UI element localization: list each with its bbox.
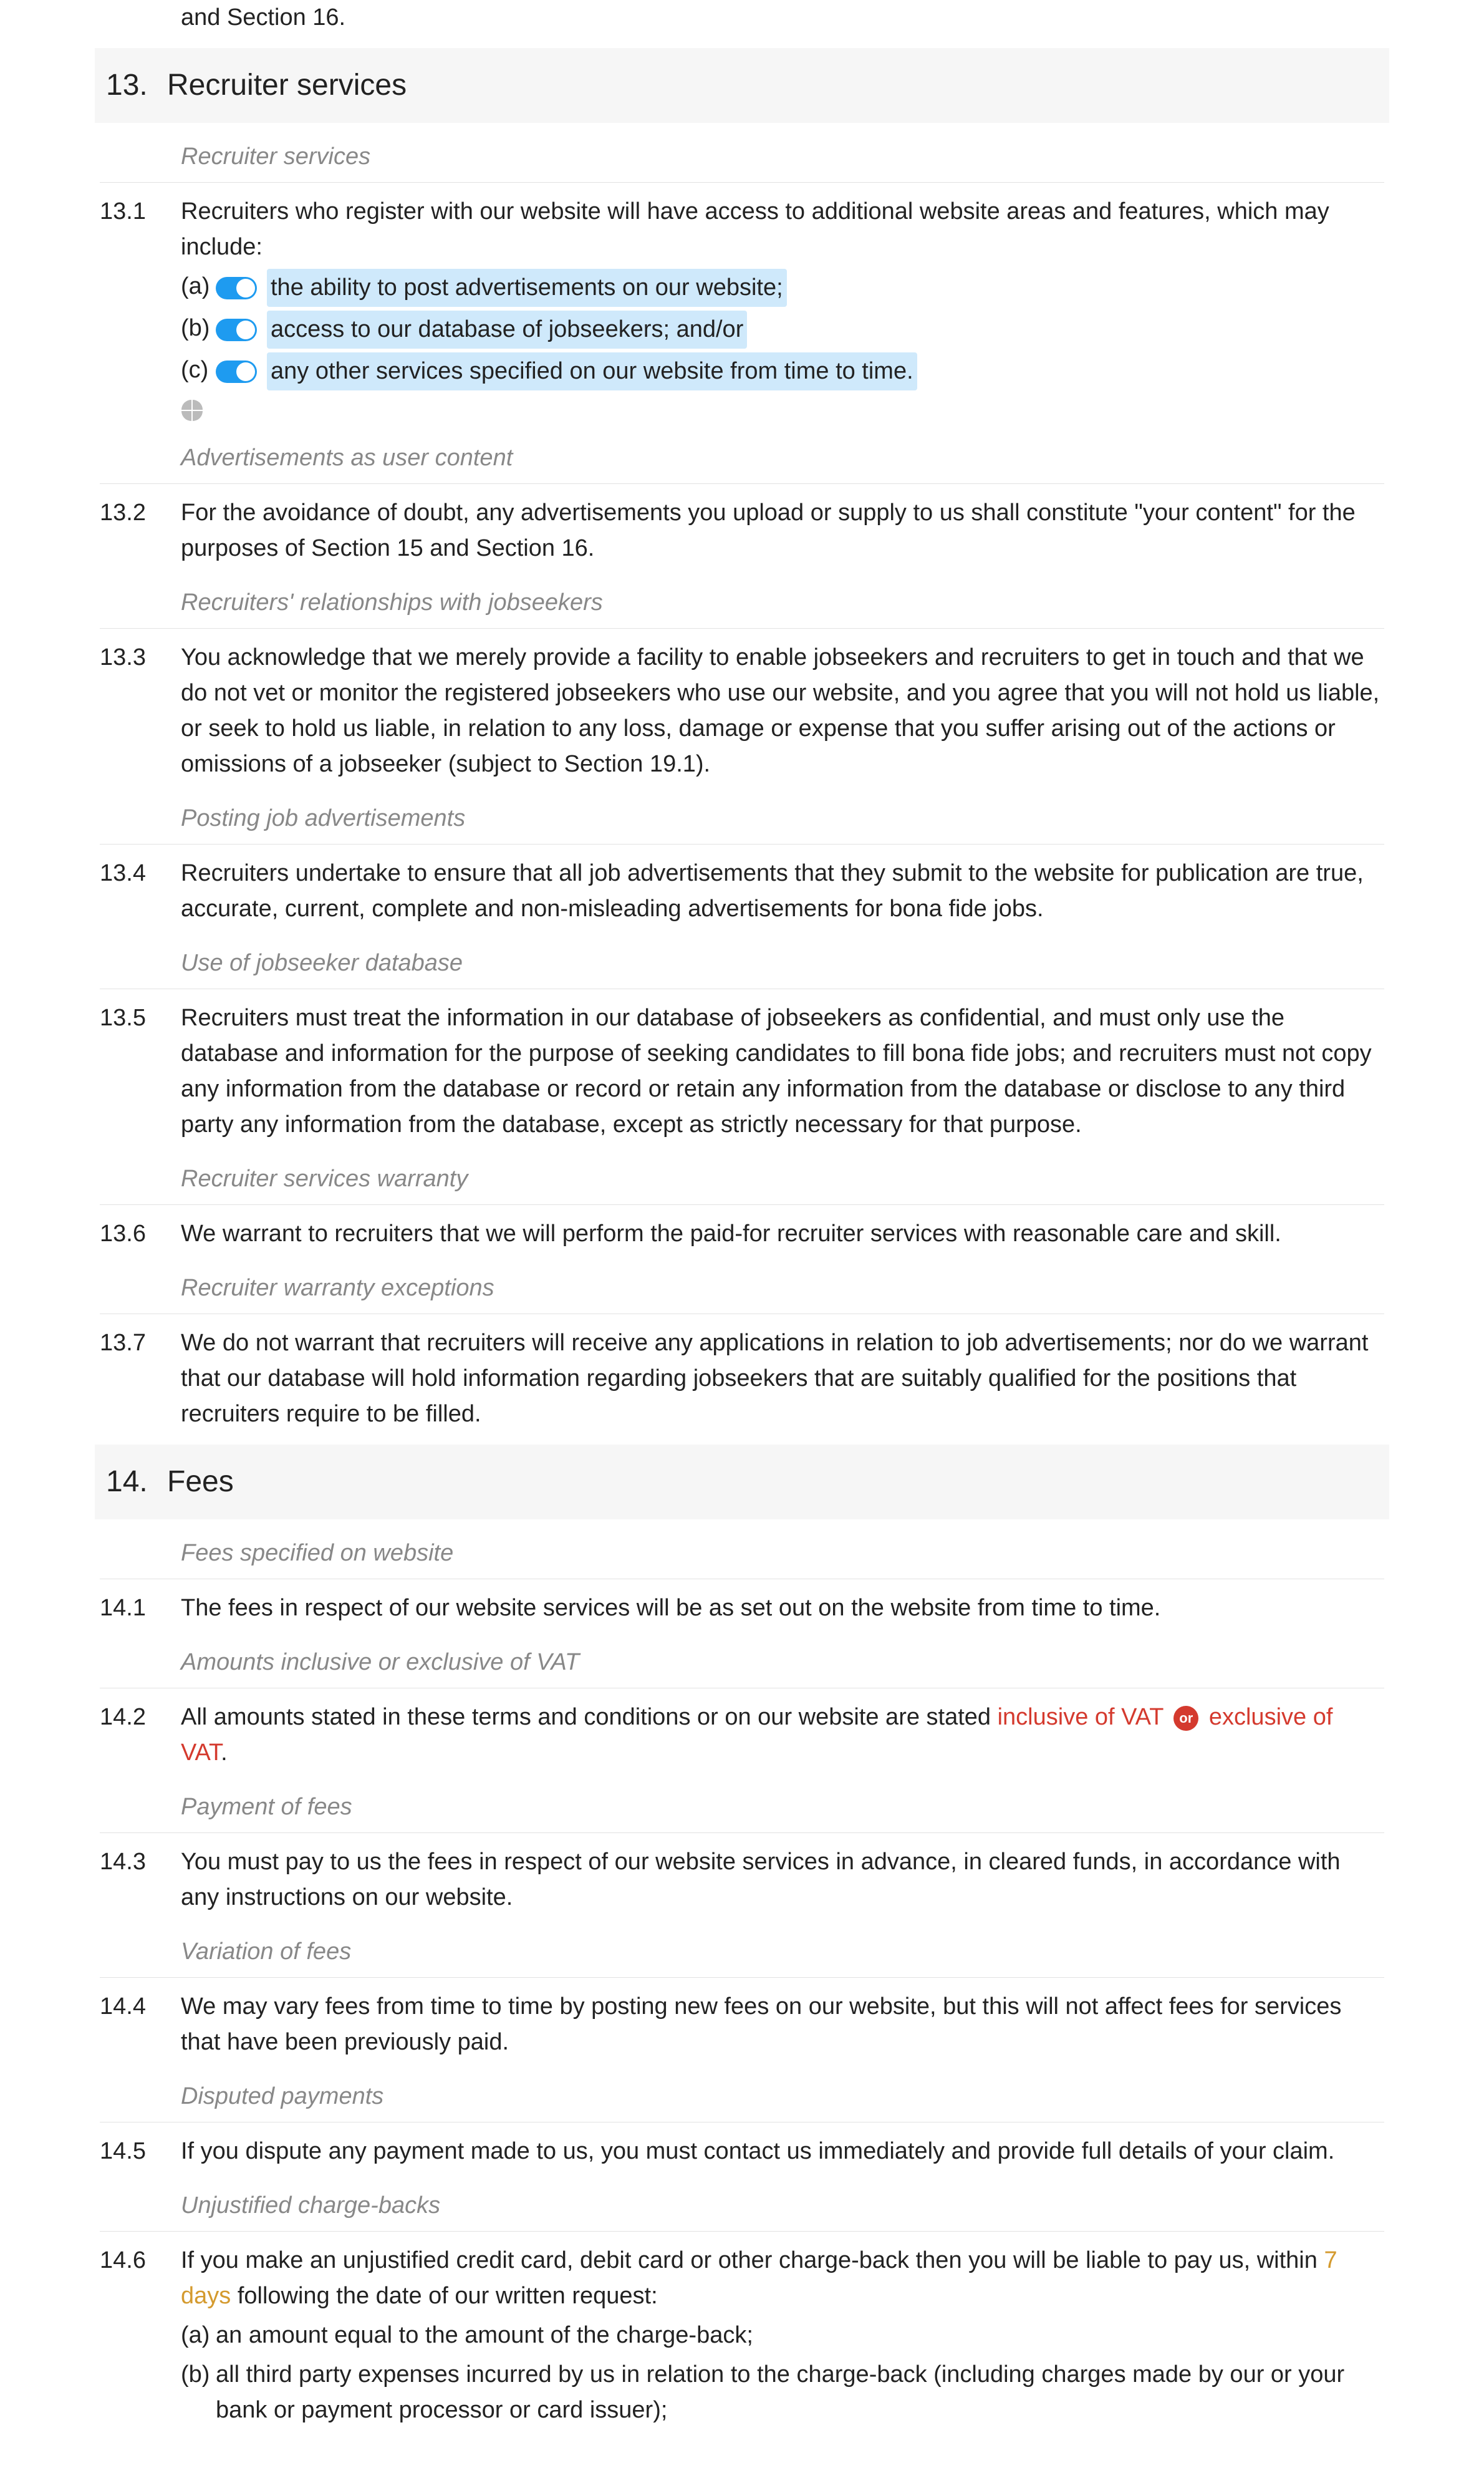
clause-number: 14.5	[100, 2134, 181, 2169]
clause-number: 14.4	[100, 1989, 181, 2060]
subheading-jobseeker-db: Use of jobseeker database	[100, 939, 1384, 989]
subheading-ads-user-content: Advertisements as user content	[100, 434, 1384, 484]
clause-number: 14.6	[100, 2243, 181, 2428]
subheading-vat: Amounts inclusive or exclusive of VAT	[100, 1638, 1384, 1688]
toggle-option-a[interactable]	[216, 277, 257, 299]
subheading-payment-fees: Payment of fees	[100, 1783, 1384, 1833]
clause-14-2-post: .	[221, 1740, 228, 1766]
clause-14-1: 14.1 The fees in respect of our website …	[100, 1590, 1384, 1626]
clause-14-6-a: (a) an amount equal to the amount of the…	[181, 2318, 1384, 2353]
clause-number: 13.2	[100, 495, 181, 566]
list-letter: (b)	[181, 311, 216, 349]
list-letter: (c)	[181, 352, 216, 390]
clause-13-1-a: (a) the ability to post advertisements o…	[181, 269, 1384, 307]
clause-number: 13.1	[100, 194, 181, 422]
clause-14-2: 14.2 All amounts stated in these terms a…	[100, 1700, 1384, 1771]
option-c-text[interactable]: any other services specified on our webs…	[267, 352, 917, 390]
or-selector-pill[interactable]: or	[1173, 1706, 1198, 1731]
clause-14-4-text: We may vary fees from time to time by po…	[181, 1989, 1384, 2060]
subheading-disputed: Disputed payments	[100, 2073, 1384, 2122]
list-letter: (b)	[181, 2357, 216, 2428]
intro-tail-text: and Section 16.	[181, 4, 345, 31]
clause-13-3-text: You acknowledge that we merely provide a…	[181, 640, 1384, 782]
section-13-title: Recruiter services	[167, 63, 407, 108]
section-14-title: Fees	[167, 1459, 234, 1504]
section-14-number: 14.	[106, 1459, 150, 1504]
clause-13-3: 13.3 You acknowledge that we merely prov…	[100, 640, 1384, 782]
toggle-option-c[interactable]	[216, 361, 257, 383]
clause-14-5: 14.5 If you dispute any payment made to …	[100, 2134, 1384, 2169]
subheading-warranty: Recruiter services warranty	[100, 1155, 1384, 1205]
clause-13-4: 13.4 Recruiters undertake to ensure that…	[100, 856, 1384, 927]
subheading-posting-ads: Posting job advertisements	[100, 795, 1384, 845]
clause-14-4: 14.4 We may vary fees from time to time …	[100, 1989, 1384, 2060]
clause-14-6-pre: If you make an unjustified credit card, …	[181, 2247, 1324, 2273]
clause-14-6-mid: following the date of our written reques…	[231, 2283, 657, 2309]
option-b-text[interactable]: access to our database of jobseekers; an…	[267, 311, 747, 349]
move-handle-icon[interactable]	[181, 399, 203, 422]
clause-number: 13.3	[100, 640, 181, 782]
section-13-heading: 13. Recruiter services	[95, 48, 1389, 123]
clause-14-6-b-text: all third party expenses incurred by us …	[216, 2357, 1384, 2428]
clause-13-7-text: We do not warrant that recruiters will r…	[181, 1325, 1384, 1432]
clause-14-3: 14.3 You must pay to us the fees in resp…	[100, 1844, 1384, 1915]
clause-13-1-lead: Recruiters who register with our website…	[181, 194, 1384, 265]
clause-number: 14.2	[100, 1700, 181, 1771]
clause-14-1-text: The fees in respect of our website servi…	[181, 1590, 1384, 1626]
clause-13-1-b: (b) access to our database of jobseekers…	[181, 311, 1384, 349]
subheading-fees-on-website: Fees specified on website	[100, 1529, 1384, 1579]
clause-number: 14.1	[100, 1590, 181, 1626]
clause-14-6-a-text: an amount equal to the amount of the cha…	[216, 2318, 1384, 2353]
clause-14-6: 14.6 If you make an unjustified credit c…	[100, 2243, 1384, 2428]
clause-13-1: 13.1 Recruiters who register with our we…	[100, 194, 1384, 422]
toggle-option-b[interactable]	[216, 319, 257, 341]
option-a-text[interactable]: the ability to post advertisements on ou…	[267, 269, 787, 307]
clause-number: 14.3	[100, 1844, 181, 1915]
subheading-recruiter-services: Recruiter services	[100, 133, 1384, 183]
subheading-recruiter-jobseeker-rel: Recruiters' relationships with jobseeker…	[100, 579, 1384, 629]
clause-number: 13.6	[100, 1216, 181, 1252]
clause-13-7: 13.7 We do not warrant that recruiters w…	[100, 1325, 1384, 1432]
clause-13-1-c: (c) any other services specified on our …	[181, 352, 1384, 390]
subheading-variation-fees: Variation of fees	[100, 1928, 1384, 1978]
subheading-warranty-exceptions: Recruiter warranty exceptions	[100, 1264, 1384, 1314]
vat-option-inclusive[interactable]: inclusive of VAT	[998, 1704, 1164, 1730]
subheading-chargebacks: Unjustified charge-backs	[100, 2182, 1384, 2232]
clause-13-5: 13.5 Recruiters must treat the informati…	[100, 1000, 1384, 1143]
clause-13-6: 13.6 We warrant to recruiters that we wi…	[100, 1216, 1384, 1252]
section-14-heading: 14. Fees	[95, 1445, 1389, 1519]
clause-number: 13.4	[100, 856, 181, 927]
list-letter: (a)	[181, 269, 216, 307]
clause-14-5-text: If you dispute any payment made to us, y…	[181, 2134, 1384, 2169]
clause-13-4-text: Recruiters undertake to ensure that all …	[181, 856, 1384, 927]
clause-14-6-b: (b) all third party expenses incurred by…	[181, 2357, 1384, 2428]
clause-14-2-pre: All amounts stated in these terms and co…	[181, 1704, 998, 1730]
list-letter: (a)	[181, 2318, 216, 2353]
clause-number: 13.7	[100, 1325, 181, 1432]
intro-fragment: and Section 16.	[100, 0, 1384, 48]
clause-13-2-text: For the avoidance of doubt, any advertis…	[181, 495, 1384, 566]
clause-13-2: 13.2 For the avoidance of doubt, any adv…	[100, 495, 1384, 566]
clause-13-5-text: Recruiters must treat the information in…	[181, 1000, 1384, 1143]
clause-14-3-text: You must pay to us the fees in respect o…	[181, 1844, 1384, 1915]
clause-13-6-text: We warrant to recruiters that we will pe…	[181, 1216, 1384, 1252]
clause-number: 13.5	[100, 1000, 181, 1143]
section-13-number: 13.	[106, 63, 150, 108]
